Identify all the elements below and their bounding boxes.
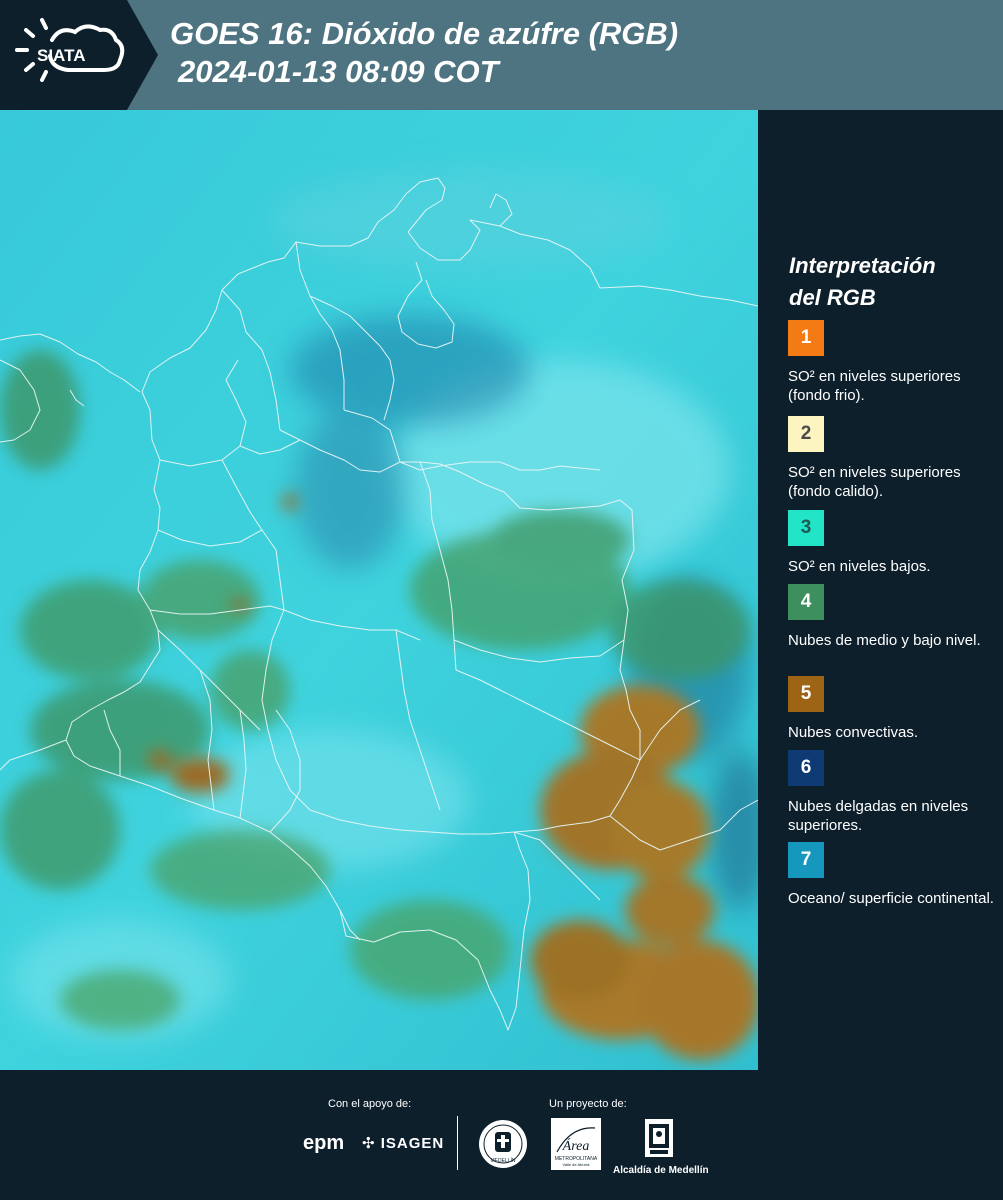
legend-swatch-2: 2 (788, 416, 824, 452)
legend-text-6: Nubes delgadas en niveles superiores. (788, 798, 969, 834)
alcaldia-crest-icon (645, 1119, 673, 1157)
legend-item-7: 7 Oceano/ superficie continental. (788, 842, 998, 927)
legend-text-1: SO² en niveles superiores (fondo frio). (788, 368, 961, 404)
legend-title: Interpretación del RGB (789, 250, 936, 314)
legend-text-2: SO² en niveles superiores (fondo calido)… (788, 464, 961, 500)
seal-text: MEDELLÍN (490, 1157, 515, 1164)
legend-title-line1: Interpretación (789, 253, 936, 278)
support-label: Con el apoyo de: (328, 1098, 412, 1110)
page-timestamp: 2024-01-13 08:09 COT (178, 54, 499, 89)
legend-title-line2: del RGB (789, 285, 876, 310)
area-metropolitana-logo: Área METROPOLITANA Valle de Aburrá (551, 1118, 601, 1175)
area-logo-text: Área (562, 1137, 590, 1154)
header-bar: SIATA GOES 16: Dióxido de azúfre (RGB) 2… (0, 0, 1003, 110)
satellite-map (0, 110, 758, 1070)
legend-item-4: 4 Nubes de medio y bajo nivel. (788, 584, 998, 669)
footer-divider (457, 1116, 458, 1170)
isagen-logo-text: ISAGEN (380, 1135, 445, 1152)
legend-number-5: 5 (800, 683, 812, 704)
legend-number-7: 7 (800, 849, 812, 870)
area-subtitle2: Valle de Aburrá (562, 1162, 590, 1167)
legend-swatch-7: 7 (788, 842, 824, 878)
siata-logo: SIATA (0, 0, 158, 110)
legend-text-4: Nubes de medio y bajo nivel. (788, 632, 981, 649)
legend-number-6: 6 (800, 757, 812, 778)
siata-logo-text: SIATA (37, 46, 85, 65)
isagen-logo: ✣ ISAGEN (362, 1134, 444, 1152)
legend-swatch-1: 1 (788, 320, 824, 356)
legend-text-7: Oceano/ superficie continental. (788, 890, 994, 907)
legend-item-3: 3 SO² en niveles bajos. (788, 510, 998, 595)
legend-item-2: 2 SO² en niveles superiores (fondo calid… (788, 416, 998, 501)
legend-swatch-3: 3 (788, 510, 824, 546)
medellin-seal-icon: MEDELLÍN (478, 1118, 528, 1175)
alcaldia-text: Alcaldía de Medellín (613, 1165, 709, 1176)
footer: Con el apoyo de: Un proyecto de: epm ✣ I… (0, 1070, 1003, 1200)
epm-logo: epm (303, 1132, 345, 1154)
legend-item-1: 1 SO² en niveles superiores (fondo frio)… (788, 320, 998, 405)
legend-item-5: 5 Nubes convectivas. (788, 676, 998, 761)
alcaldia-logo: Alcaldía de Medellín (613, 1118, 709, 1176)
legend-number-3: 3 (800, 517, 812, 538)
legend-number-4: 4 (800, 591, 812, 612)
legend-swatch-6: 6 (788, 750, 824, 786)
legend-item-6: 6 Nubes delgadas en niveles superiores. (788, 750, 998, 835)
isagen-icon: ✣ (362, 1135, 376, 1152)
legend-number-2: 2 (800, 423, 812, 444)
legend-swatch-5: 5 (788, 676, 824, 712)
legend-swatch-4: 4 (788, 584, 824, 620)
legend-number-1: 1 (800, 327, 812, 348)
project-label: Un proyecto de: (549, 1098, 627, 1110)
legend-panel: Interpretación del RGB 1 SO² en niveles … (758, 110, 1003, 1070)
page-title: GOES 16: Dióxido de azúfre (RGB) (170, 16, 679, 51)
